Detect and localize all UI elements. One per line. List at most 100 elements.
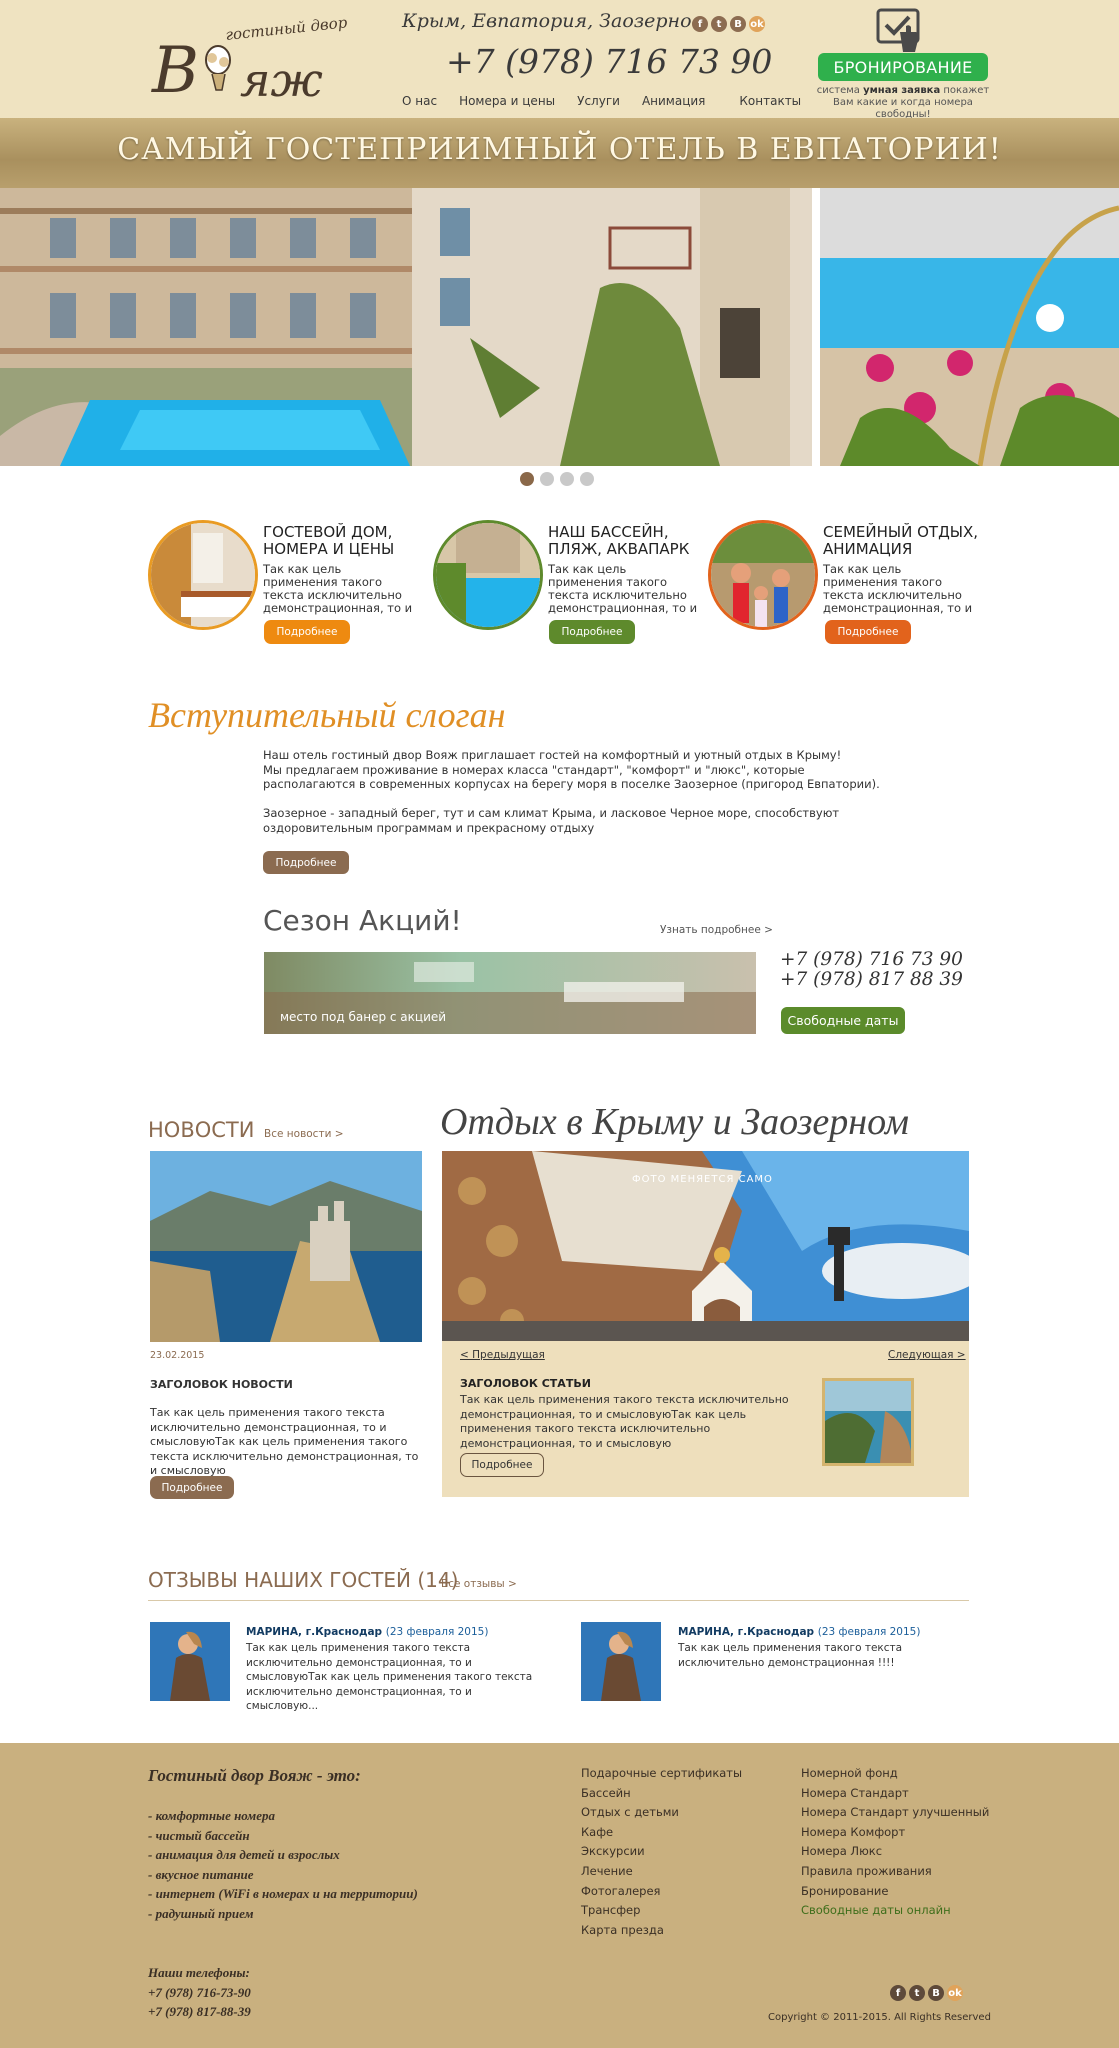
feature-text-pool: Так как цель применения такого текста ис… bbox=[548, 562, 698, 615]
reviews-title: ОТЗЫВЫ НАШИХ ГОСТЕЙ (14) bbox=[148, 1568, 459, 1592]
news-more-button[interactable]: Подробнее bbox=[150, 1476, 234, 1499]
header-phone[interactable]: +7 (978) 716 73 90 bbox=[446, 42, 772, 81]
rest-thumbnail[interactable] bbox=[822, 1378, 914, 1466]
free-dates-button[interactable]: Свободные даты bbox=[781, 1007, 905, 1034]
rest-text: Так как цель применения такого текста ис… bbox=[460, 1393, 789, 1450]
nav-animation[interactable]: Анимация bbox=[642, 94, 705, 108]
feature-image-animation[interactable] bbox=[708, 520, 818, 630]
slider-dot[interactable] bbox=[560, 472, 574, 486]
review-text: Так как цель применения такого текста ис… bbox=[246, 1642, 533, 1712]
promo-phones: +7 (978) 716 73 90 +7 (978) 817 88 39 bbox=[780, 949, 963, 990]
rest-prev-link[interactable]: < Предыдущая bbox=[460, 1349, 545, 1361]
nav-contacts[interactable]: Контакты bbox=[739, 94, 801, 108]
footer-features: - комфортные номера - чистый бассейн - ани… bbox=[148, 1808, 418, 1921]
hero-slide-image bbox=[0, 188, 1119, 466]
footer-link[interactable]: Экскурсии bbox=[581, 1842, 742, 1862]
feature-title-animation: СЕМЕЙНЫЙ ОТДЫХ, АНИМАЦИЯ bbox=[823, 523, 979, 558]
footer-link[interactable]: Бассейн bbox=[581, 1784, 742, 1804]
footer-link[interactable]: Лечение bbox=[581, 1862, 742, 1882]
odnoklassniki-icon[interactable]: ok bbox=[749, 16, 765, 32]
footer-social-links: f t B ok bbox=[890, 1985, 963, 2001]
review-author: МАРИНА, г.Краснодар (23 февраля 2015) bbox=[678, 1626, 921, 1638]
main-nav: О нас Номера и цены Услуги Анимация Конт… bbox=[402, 94, 823, 108]
reviews-all-link[interactable]: Все отзывы > bbox=[441, 1578, 517, 1590]
feature-title-rooms: ГОСТЕВОЙ ДОМ, НОМЕРА И ЦЕНЫ bbox=[263, 523, 395, 558]
vk-icon[interactable]: B bbox=[928, 1985, 944, 2001]
feature-image-rooms[interactable] bbox=[148, 520, 258, 630]
footer-link[interactable]: Номера Стандарт улучшенный bbox=[801, 1803, 989, 1823]
footer-link[interactable]: Правила проживания bbox=[801, 1862, 989, 1882]
vk-icon[interactable]: B bbox=[730, 16, 746, 32]
nav-about[interactable]: О нас bbox=[402, 94, 437, 108]
footer-link[interactable]: Отдых с детьми bbox=[581, 1803, 742, 1823]
footer-link[interactable]: Трансфер bbox=[581, 1901, 742, 1921]
news-date: 23.02.2015 bbox=[150, 1350, 205, 1361]
facebook-icon[interactable]: f bbox=[692, 16, 708, 32]
review-author: МАРИНА, г.Краснодар (23 февраля 2015) bbox=[246, 1626, 489, 1638]
facebook-icon[interactable]: f bbox=[890, 1985, 906, 2001]
footer-link[interactable]: Кафе bbox=[581, 1823, 742, 1843]
feature-image-pool[interactable] bbox=[433, 520, 543, 630]
rest-headline[interactable]: ЗАГОЛОВОК СТАТЬИ bbox=[460, 1377, 591, 1390]
nav-rooms[interactable]: Номера и цены bbox=[459, 94, 555, 108]
hero-slider[interactable] bbox=[0, 188, 1119, 466]
footer-links-rooms: Номерной фонд Номера Стандарт Номера Ста… bbox=[801, 1764, 989, 1921]
footer-title: Гостиный двор Вояж - это: bbox=[148, 1766, 361, 1785]
slider-dot[interactable] bbox=[520, 472, 534, 486]
odnoklassniki-icon[interactable]: ok bbox=[947, 1985, 963, 2001]
feature-more-button-rooms[interactable]: Подробнее bbox=[264, 620, 350, 644]
footer-link-free-dates[interactable]: Свободные даты онлайн bbox=[801, 1901, 989, 1921]
promo-more-link[interactable]: Узнать подробнее > bbox=[660, 924, 773, 936]
intro-slogan: Вступительный слоган bbox=[148, 695, 506, 735]
footer-link[interactable]: Номера Стандарт bbox=[801, 1784, 989, 1804]
footer-phones: Наши телефоны: +7 (978) 716-73-90 +7 (97… bbox=[148, 1965, 251, 2019]
review-avatar bbox=[581, 1622, 661, 1701]
footer-link[interactable]: Номерной фонд bbox=[801, 1764, 989, 1784]
rest-title: Отдых в Крыму и Заозерном bbox=[440, 1101, 909, 1143]
news-image[interactable] bbox=[150, 1151, 422, 1342]
rest-next-link[interactable]: Следующая > bbox=[888, 1349, 966, 1361]
intro-text: Наш отель гостиный двор Вояж приглашает … bbox=[263, 748, 880, 835]
promo-banner-label: место под банер с акцией bbox=[280, 1010, 447, 1024]
feature-more-button-pool[interactable]: Подробнее bbox=[549, 620, 635, 644]
svg-text:яж: яж bbox=[240, 53, 323, 106]
slider-dots bbox=[520, 472, 594, 486]
svg-text:В: В bbox=[151, 34, 199, 106]
footer-link[interactable]: Номера Комфорт bbox=[801, 1823, 989, 1843]
logo[interactable]: гостиный двор В яж bbox=[148, 10, 368, 108]
footer-link[interactable]: Подарочные сертификаты bbox=[581, 1764, 742, 1784]
feature-text-rooms: Так как цель применения такого текста ис… bbox=[263, 562, 413, 615]
intro-more-button[interactable]: Подробнее bbox=[263, 851, 349, 874]
promo-title: Сезон Акций! bbox=[263, 904, 462, 937]
twitter-icon[interactable]: t bbox=[711, 16, 727, 32]
footer-link[interactable]: Бронирование bbox=[801, 1882, 989, 1902]
news-text: Так как цель применения такого текста ис… bbox=[150, 1406, 419, 1477]
booking-check-icon bbox=[876, 8, 924, 56]
news-all-link[interactable]: Все новости > bbox=[264, 1128, 344, 1140]
copyright: Copyright © 2011-2015. All Rights Reserv… bbox=[768, 2012, 991, 2023]
slider-dot[interactable] bbox=[580, 472, 594, 486]
location: Крым, Евпатория, Заозерное bbox=[402, 10, 703, 32]
nav-services[interactable]: Услуги bbox=[577, 94, 620, 108]
news-headline[interactable]: ЗАГОЛОВОК НОВОСТИ bbox=[150, 1378, 293, 1391]
feature-text-animation: Так как цель применения такого текста ис… bbox=[823, 562, 973, 615]
slider-dot[interactable] bbox=[540, 472, 554, 486]
divider bbox=[148, 1600, 969, 1601]
footer-link[interactable]: Карта презда bbox=[581, 1921, 742, 1941]
tagline-text: САМЫЙ ГОСТЕПРИИМНЫЙ ОТЕЛЬ В ЕВПАТОРИИ! bbox=[117, 132, 1002, 167]
footer-link[interactable]: Фотогалерея bbox=[581, 1882, 742, 1902]
logo-graphic: гостиный двор В яж bbox=[151, 13, 349, 108]
social-links: f t B ok bbox=[692, 16, 765, 32]
twitter-icon[interactable]: t bbox=[909, 1985, 925, 2001]
news-title: НОВОСТИ bbox=[148, 1118, 255, 1142]
svg-text:гостиный двор: гостиный двор bbox=[225, 13, 349, 44]
footer-link[interactable]: Номера Люкс bbox=[801, 1842, 989, 1862]
rest-more-button[interactable]: Подробнее bbox=[460, 1453, 544, 1477]
review-text: Так как цель применения такого текста ис… bbox=[678, 1642, 903, 1669]
booking-button[interactable]: БРОНИРОВАНИЕ bbox=[818, 53, 988, 81]
feature-more-button-animation[interactable]: Подробнее bbox=[825, 620, 911, 644]
rest-caption: ФОТО МЕНЯЕТСЯ САМО bbox=[632, 1174, 773, 1185]
review-avatar bbox=[150, 1622, 230, 1701]
footer-links-services: Подарочные сертификаты Бассейн Отдых с д… bbox=[581, 1764, 742, 1940]
feature-title-pool: НАШ БАССЕЙН, ПЛЯЖ, АКВАПАРК bbox=[548, 523, 690, 558]
